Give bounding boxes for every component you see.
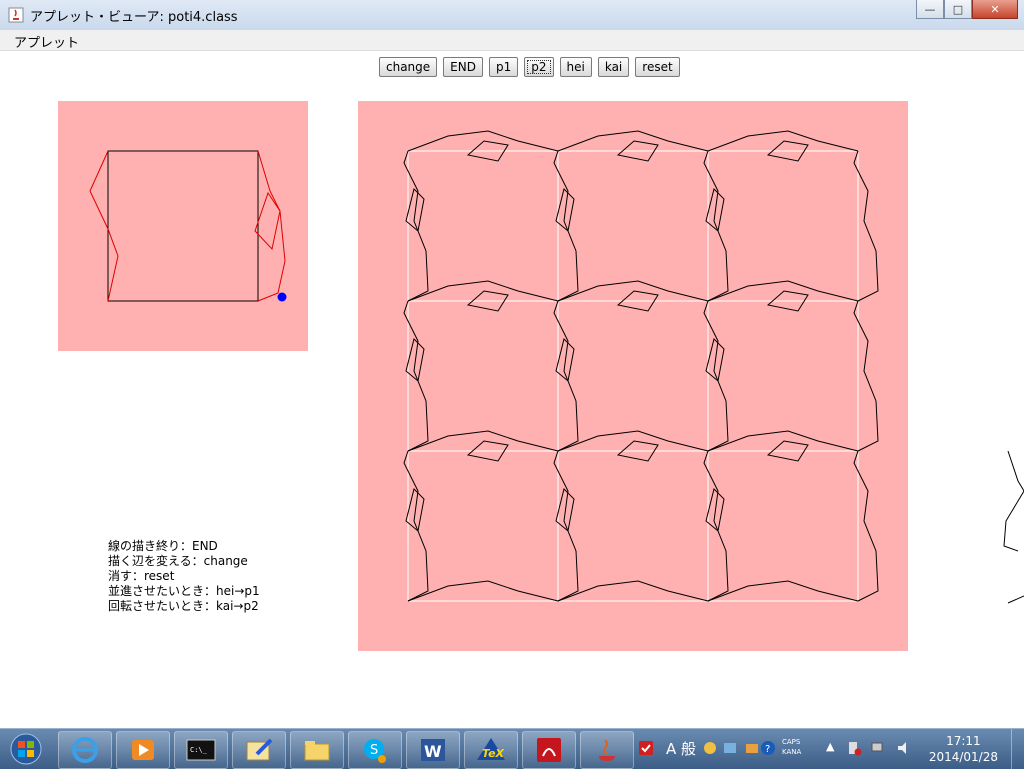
minimize-button[interactable]: — bbox=[916, 0, 944, 19]
offscreen-shape-fragment bbox=[1007, 450, 1024, 492]
close-button[interactable]: ✕ bbox=[972, 0, 1018, 19]
reset-button[interactable]: reset bbox=[635, 57, 680, 77]
system-tray: A 般 ? CAPS KANA ▲ 17:11 2014/01/28 bbox=[630, 729, 1024, 769]
media-player-icon bbox=[132, 740, 154, 760]
internet-explorer-icon bbox=[72, 737, 98, 763]
offscreen-shape-fragment-2 bbox=[1003, 490, 1024, 552]
svg-text:TeX: TeX bbox=[482, 747, 505, 760]
show-hidden-icons-icon[interactable]: ▲ bbox=[826, 740, 834, 753]
taskbar-java[interactable] bbox=[580, 731, 634, 769]
menu-applet[interactable]: アプレット bbox=[14, 32, 79, 51]
offscreen-shape-fragment-3 bbox=[1007, 595, 1024, 604]
paint-icon bbox=[246, 738, 273, 761]
window-controls: — □ ✕ bbox=[916, 0, 1018, 19]
drawing-surface[interactable] bbox=[0, 51, 1024, 727]
end-button[interactable]: END bbox=[443, 57, 483, 77]
minimize-icon: — bbox=[924, 2, 936, 16]
help-icon[interactable]: ? bbox=[760, 740, 776, 756]
taskbar-ie[interactable] bbox=[58, 731, 112, 769]
skype-icon: S bbox=[364, 739, 386, 763]
ime-tool-icon[interactable] bbox=[702, 740, 718, 756]
svg-text:C:\_: C:\_ bbox=[190, 746, 208, 754]
applet-canvas[interactable] bbox=[0, 51, 1024, 727]
clock[interactable]: 17:11 2014/01/28 bbox=[929, 733, 998, 765]
action-center-icon[interactable] bbox=[846, 740, 862, 756]
instruction-line: 消す：reset bbox=[108, 569, 175, 583]
caps-kana-indicator: CAPS KANA bbox=[782, 738, 802, 756]
instruction-line: 線の描き終り：END bbox=[108, 539, 218, 553]
window-title: アプレット・ビューア: poti4.class bbox=[30, 10, 238, 25]
word-icon: W bbox=[421, 739, 445, 761]
close-icon: ✕ bbox=[990, 2, 1000, 16]
taskbar-cmd[interactable]: C:\_ bbox=[174, 731, 228, 769]
instruction-line: 並進させたいとき：hei→p1 bbox=[108, 584, 260, 598]
change-button[interactable]: change bbox=[379, 57, 438, 77]
taskbar-media-player[interactable] bbox=[116, 731, 170, 769]
menu-bar: アプレット bbox=[0, 30, 1024, 51]
hei-button[interactable]: hei bbox=[559, 57, 592, 77]
java-icon bbox=[599, 739, 615, 761]
network-icon[interactable] bbox=[870, 740, 886, 756]
instruction-line: 回転させたいとき：kai→p2 bbox=[108, 599, 259, 613]
clock-date: 2014/01/28 bbox=[928, 750, 998, 764]
svg-text:W: W bbox=[424, 742, 442, 761]
maximize-icon: □ bbox=[952, 2, 964, 16]
p1-button[interactable]: p1 bbox=[488, 57, 519, 77]
checkbox-app-icon[interactable] bbox=[638, 740, 654, 756]
show-desktop-button[interactable] bbox=[1011, 729, 1024, 769]
p2-button[interactable]: p2 bbox=[524, 57, 554, 77]
instruction-line: 描く辺を変える：change bbox=[108, 554, 248, 568]
clock-time: 17:11 bbox=[946, 734, 981, 748]
tessellation-background bbox=[358, 101, 908, 651]
title-bar: アプレット・ビューア: poti4.class — □ ✕ bbox=[0, 0, 1024, 31]
tile-editor[interactable] bbox=[58, 101, 308, 351]
svg-text:S: S bbox=[370, 743, 378, 758]
instructions: 線の描き終り：END 描く辺を変える：change 消す：reset 並進させた… bbox=[108, 539, 260, 614]
svg-text:?: ? bbox=[765, 744, 770, 755]
ime-mode[interactable]: A 般 bbox=[666, 738, 696, 759]
taskbar-tex[interactable]: TeX bbox=[464, 731, 518, 769]
acrobat-icon bbox=[537, 738, 561, 762]
editor-background bbox=[58, 101, 308, 351]
java-app-icon bbox=[8, 7, 24, 23]
tessellation-view bbox=[358, 101, 908, 651]
start-button[interactable] bbox=[4, 731, 48, 767]
maximize-button[interactable]: □ bbox=[944, 0, 972, 19]
taskbar-acrobat[interactable] bbox=[522, 731, 576, 769]
command-prompt-icon: C:\_ bbox=[186, 739, 216, 761]
toolbar: change END p1 p2 hei kai reset bbox=[379, 57, 680, 77]
taskbar-skype[interactable]: S bbox=[348, 731, 402, 769]
taskbar: C:\_ S W TeX A 般 ? CAPS KANA ▲ 17:11 201… bbox=[0, 728, 1024, 769]
taskbar-word[interactable]: W bbox=[406, 731, 460, 769]
tex-icon: TeX bbox=[477, 738, 505, 760]
volume-icon[interactable] bbox=[896, 740, 912, 756]
taskbar-paint[interactable] bbox=[232, 731, 286, 769]
kai-button[interactable]: kai bbox=[597, 57, 630, 77]
explorer-icon bbox=[304, 741, 330, 761]
ime-dictionary-icon[interactable] bbox=[722, 740, 738, 756]
control-handle[interactable] bbox=[277, 292, 287, 302]
taskbar-explorer[interactable] bbox=[290, 731, 344, 769]
ime-tool-2-icon[interactable] bbox=[744, 740, 760, 756]
